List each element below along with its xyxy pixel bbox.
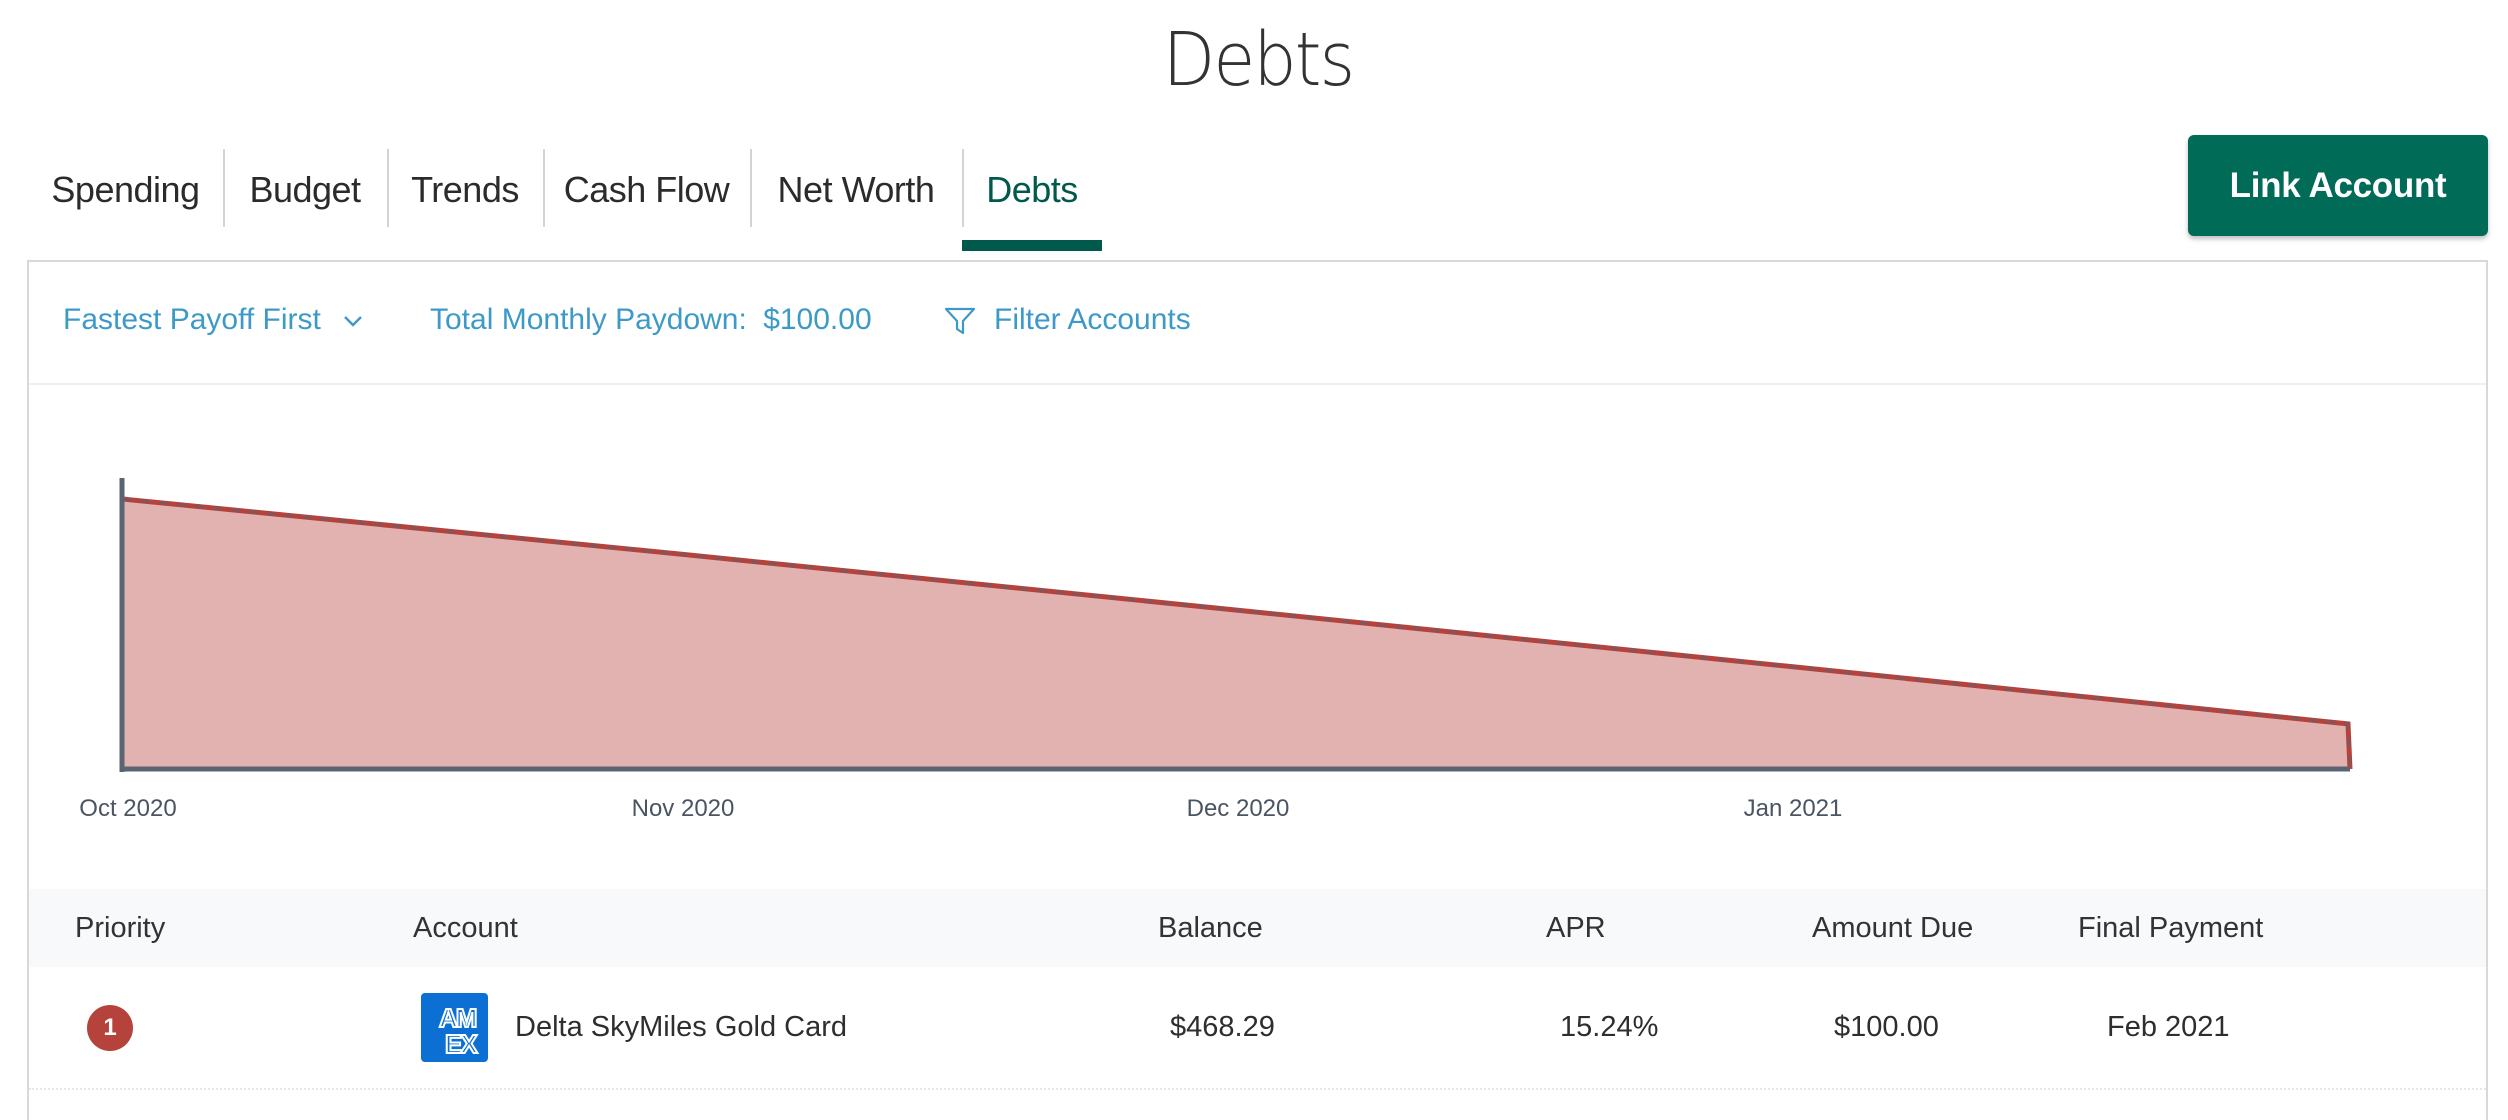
tab-label: Net Worth: [777, 169, 935, 210]
tab-label: Debts: [986, 169, 1078, 210]
tab-label: Cash Flow: [563, 169, 730, 210]
filter-funnel-icon: [944, 307, 976, 335]
svg-text:EX: EX: [445, 1029, 478, 1059]
x-tick-label: Dec 2020: [1187, 795, 1290, 822]
balance-area: [124, 499, 2350, 769]
tab-net-worth[interactable]: Net Worth: [750, 149, 962, 251]
tab-budget[interactable]: Budget: [223, 149, 387, 251]
tab-spending[interactable]: Spending: [28, 149, 223, 251]
tab-debts[interactable]: Debts: [962, 149, 1102, 251]
total-monthly-paydown[interactable]: Total Monthly Paydown: $100.00: [430, 297, 872, 343]
tab-label: Trends: [411, 169, 519, 210]
tab-label: Spending: [51, 169, 200, 210]
chevron-down-icon: [344, 316, 363, 327]
column-header-apr[interactable]: APR: [1546, 910, 1606, 946]
x-tick-label: Nov 2020: [632, 795, 735, 822]
debt-payoff-chart: Oct 2020 Nov 2020 Dec 2020 Jan 2021: [79, 478, 2353, 822]
column-header-final-payment[interactable]: Final Payment: [2078, 910, 2263, 946]
balance-value: $468.29: [1170, 1011, 1275, 1043]
row-divider: [29, 1088, 2486, 1090]
active-tab-indicator: [962, 240, 1102, 251]
page-title: Debts: [1162, 17, 1355, 103]
x-tick-label: Oct 2020: [79, 795, 176, 822]
tab-cash-flow[interactable]: Cash Flow: [543, 149, 750, 251]
column-header-balance[interactable]: Balance: [1158, 910, 1263, 946]
column-header-account[interactable]: Account: [413, 910, 518, 946]
link-account-button[interactable]: Link Account: [2188, 135, 2488, 236]
column-header-priority[interactable]: Priority: [75, 910, 165, 946]
priority-badge: 1: [87, 1005, 133, 1051]
column-header-amount-due[interactable]: Amount Due: [1812, 910, 1973, 946]
nav-tabs: Spending Budget Trends Cash Flow Net Wor…: [28, 149, 1102, 251]
account-name[interactable]: Delta SkyMiles Gold Card: [515, 1009, 847, 1045]
amex-logo-icon: AM EX: [421, 993, 488, 1062]
tab-label: Budget: [249, 169, 361, 210]
tab-trends[interactable]: Trends: [387, 149, 543, 251]
toolbar-divider: [29, 383, 2486, 385]
paydown-value: $100.00: [763, 303, 872, 336]
x-tick-label: Jan 2021: [1744, 795, 1843, 822]
paydown-label: Total Monthly Paydown:: [430, 303, 747, 336]
final-payment-value: Feb 2021: [2107, 1011, 2230, 1043]
payoff-strategy-label: Fastest Payoff First: [63, 303, 321, 336]
filter-accounts-label: Filter Accounts: [994, 303, 1191, 336]
amount-due-value: $100.00: [1834, 1011, 1939, 1043]
apr-value: 15.24%: [1560, 1011, 1659, 1043]
filter-accounts-button[interactable]: Filter Accounts: [944, 297, 1191, 343]
payoff-strategy-dropdown[interactable]: Fastest Payoff First: [63, 297, 363, 343]
